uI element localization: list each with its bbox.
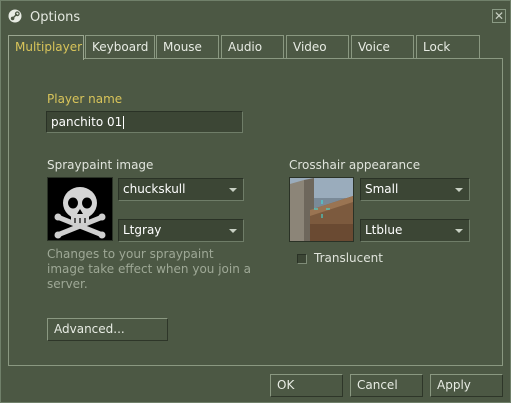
advanced-button[interactable]: Advanced... — [47, 318, 168, 341]
tab-keyboard[interactable]: Keyboard — [85, 35, 155, 58]
spraypaint-hint: Changes to your spraypaint image take ef… — [47, 247, 251, 292]
window-title: Options — [30, 10, 81, 25]
close-button[interactable]: ✕ — [492, 9, 506, 23]
player-name-value: panchito 01 — [51, 115, 123, 129]
spraypaint-hint-line: server. — [47, 277, 88, 291]
spray-image-value: chuckskull — [123, 182, 186, 196]
steam-icon — [8, 9, 22, 23]
text-caret — [123, 116, 125, 129]
crosshair-label: Crosshair appearance — [289, 158, 421, 172]
spray-color-value: Ltgray — [123, 223, 162, 237]
player-name-input[interactable]: panchito 01 — [46, 111, 243, 133]
player-name-label: Player name — [47, 92, 123, 106]
tab-multiplayer[interactable]: Multiplayer — [8, 35, 84, 60]
crosshair-color-value: Ltblue — [365, 223, 403, 237]
crosshair-size-select[interactable]: Small — [360, 178, 470, 201]
translucent-checkbox[interactable] — [297, 254, 307, 264]
tab-video[interactable]: Video — [286, 35, 349, 58]
crosshair-color-select[interactable]: Ltblue — [360, 219, 470, 242]
chevron-down-icon — [229, 188, 237, 192]
crosshair-preview — [289, 177, 354, 242]
title-bar[interactable]: Options ✕ — [1, 1, 510, 31]
spray-color-select[interactable]: Ltgray — [118, 219, 244, 242]
apply-button[interactable]: Apply — [430, 374, 503, 397]
cancel-button[interactable]: Cancel — [350, 374, 423, 397]
tab-audio[interactable]: Audio — [221, 35, 284, 58]
spray-image-select[interactable]: chuckskull — [118, 178, 244, 201]
spraypaint-hint-line: image take effect when you join a — [47, 262, 251, 276]
tab-mouse[interactable]: Mouse — [156, 35, 219, 58]
ok-button[interactable]: OK — [270, 374, 343, 397]
chevron-down-icon — [229, 229, 237, 233]
tab-voice[interactable]: Voice — [351, 35, 414, 58]
chevron-down-icon — [455, 188, 463, 192]
crosshair-preview-image — [290, 178, 353, 241]
spraypaint-hint-line: Changes to your spraypaint — [47, 247, 214, 261]
options-dialog: Options ✕ Multiplayer Keyboard Mouse Aud… — [0, 0, 511, 403]
tab-lock[interactable]: Lock — [416, 35, 480, 58]
chevron-down-icon — [455, 229, 463, 233]
skull-crossbones-icon — [48, 178, 112, 240]
spraypaint-preview — [47, 177, 113, 241]
close-icon: ✕ — [493, 9, 505, 23]
translucent-label: Translucent — [314, 251, 383, 265]
spraypaint-label: Spraypaint image — [47, 158, 154, 172]
crosshair-size-value: Small — [365, 182, 399, 196]
